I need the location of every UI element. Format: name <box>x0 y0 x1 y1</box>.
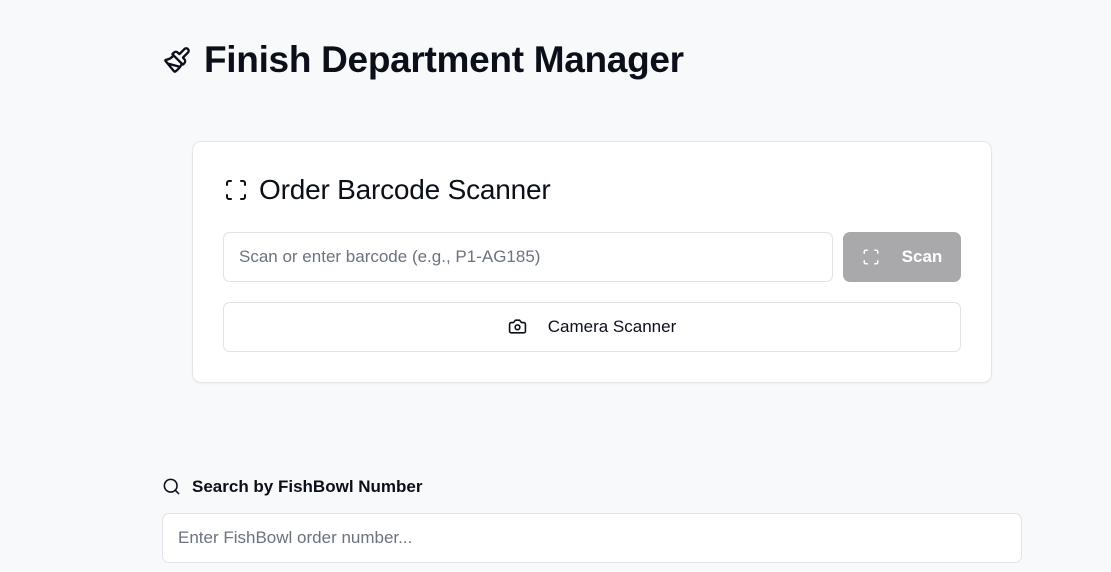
camera-scanner-label: Camera Scanner <box>547 317 677 336</box>
camera-scanner-button[interactable]: Camera Scanner <box>223 302 961 352</box>
page-header: Finish Department Manager <box>162 38 684 82</box>
scan-frame-icon <box>862 248 880 266</box>
fishbowl-search-label: Search by FishBowl Number <box>162 476 423 498</box>
card-header: Order Barcode Scanner <box>223 172 551 208</box>
barcode-scanner-card: Order Barcode Scanner Scan Cam <box>192 141 992 383</box>
scan-frame-icon <box>223 177 249 203</box>
scan-button-label: Scan <box>901 247 943 266</box>
search-icon <box>162 477 182 497</box>
page: Finish Department Manager Order Barcode … <box>0 0 1111 572</box>
barcode-input[interactable] <box>223 232 833 282</box>
search-label-text: Search by FishBowl Number <box>192 477 423 496</box>
camera-icon <box>508 317 528 337</box>
fishbowl-search-input[interactable] <box>162 513 1022 563</box>
page-title: Finish Department Manager <box>204 39 684 80</box>
paintbrush-icon <box>162 45 192 75</box>
scan-button[interactable]: Scan <box>843 232 961 282</box>
card-title: Order Barcode Scanner <box>259 174 551 205</box>
